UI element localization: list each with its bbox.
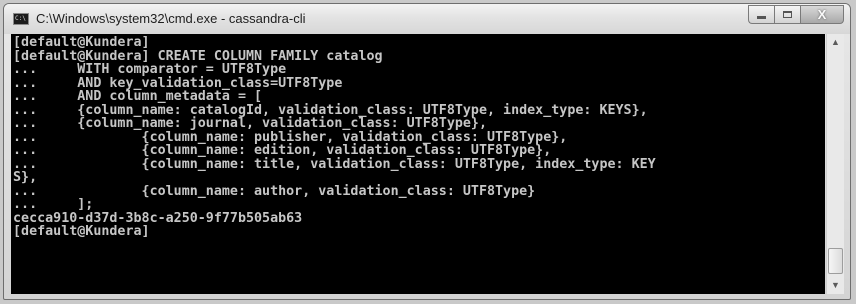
console-line: ... {column_name: publisher, validation_…: [13, 129, 568, 145]
window-controls: X: [748, 5, 844, 25]
console-line: cecca910-d37d-3b8c-a250-9f77b505ab63: [13, 210, 303, 226]
vertical-scrollbar[interactable]: ▲ ▼: [826, 34, 844, 294]
maximize-button[interactable]: [774, 5, 800, 24]
console-line: ... {column_name: author, validation_cla…: [13, 183, 536, 199]
console-line: [default@Kundera]: [13, 35, 150, 50]
close-icon: X: [817, 7, 827, 22]
console-text: [default@Kundera] [default@Kundera] CREAT…: [11, 34, 825, 239]
console-line: ... WITH comparator = UTF8Type: [13, 62, 287, 77]
minimize-button[interactable]: [748, 5, 774, 24]
cmd-window: C:\ C:\Windows\system32\cmd.exe - cassan…: [3, 3, 851, 300]
cmd-icon[interactable]: C:\: [13, 13, 29, 25]
console-line: ... {column_name: title, validation_clas…: [13, 156, 656, 172]
console-line: ... {column_name: catalogId, validation_…: [13, 102, 648, 118]
scrollbar-thumb[interactable]: [828, 248, 843, 274]
close-button[interactable]: X: [800, 5, 844, 24]
scroll-down-arrow-icon[interactable]: ▼: [827, 277, 844, 294]
console-output[interactable]: [default@Kundera] [default@Kundera] CREAT…: [11, 34, 825, 294]
console-line: ... AND column_metadata = [: [13, 89, 263, 104]
console-line: S},: [13, 170, 38, 185]
console-line: ... {column_name: edition, validation_cl…: [13, 143, 552, 158]
maximize-icon: [783, 11, 792, 18]
console-line: ... AND key_validation_class=UTF8Type: [13, 75, 343, 91]
scroll-up-arrow-icon[interactable]: ▲: [827, 34, 844, 51]
console-line: [default@Kundera] CREATE COLUMN FAMILY c…: [13, 48, 383, 64]
console-line: ... ];: [13, 197, 94, 212]
window-title: C:\Windows\system32\cmd.exe - cassandra-…: [36, 11, 306, 26]
console-line: [default@Kundera]: [13, 224, 150, 239]
console-line: ... {column_name: journal, validation_cl…: [13, 116, 487, 131]
title-bar[interactable]: C:\ C:\Windows\system32\cmd.exe - cassan…: [4, 4, 850, 34]
minimize-icon: [757, 16, 766, 19]
